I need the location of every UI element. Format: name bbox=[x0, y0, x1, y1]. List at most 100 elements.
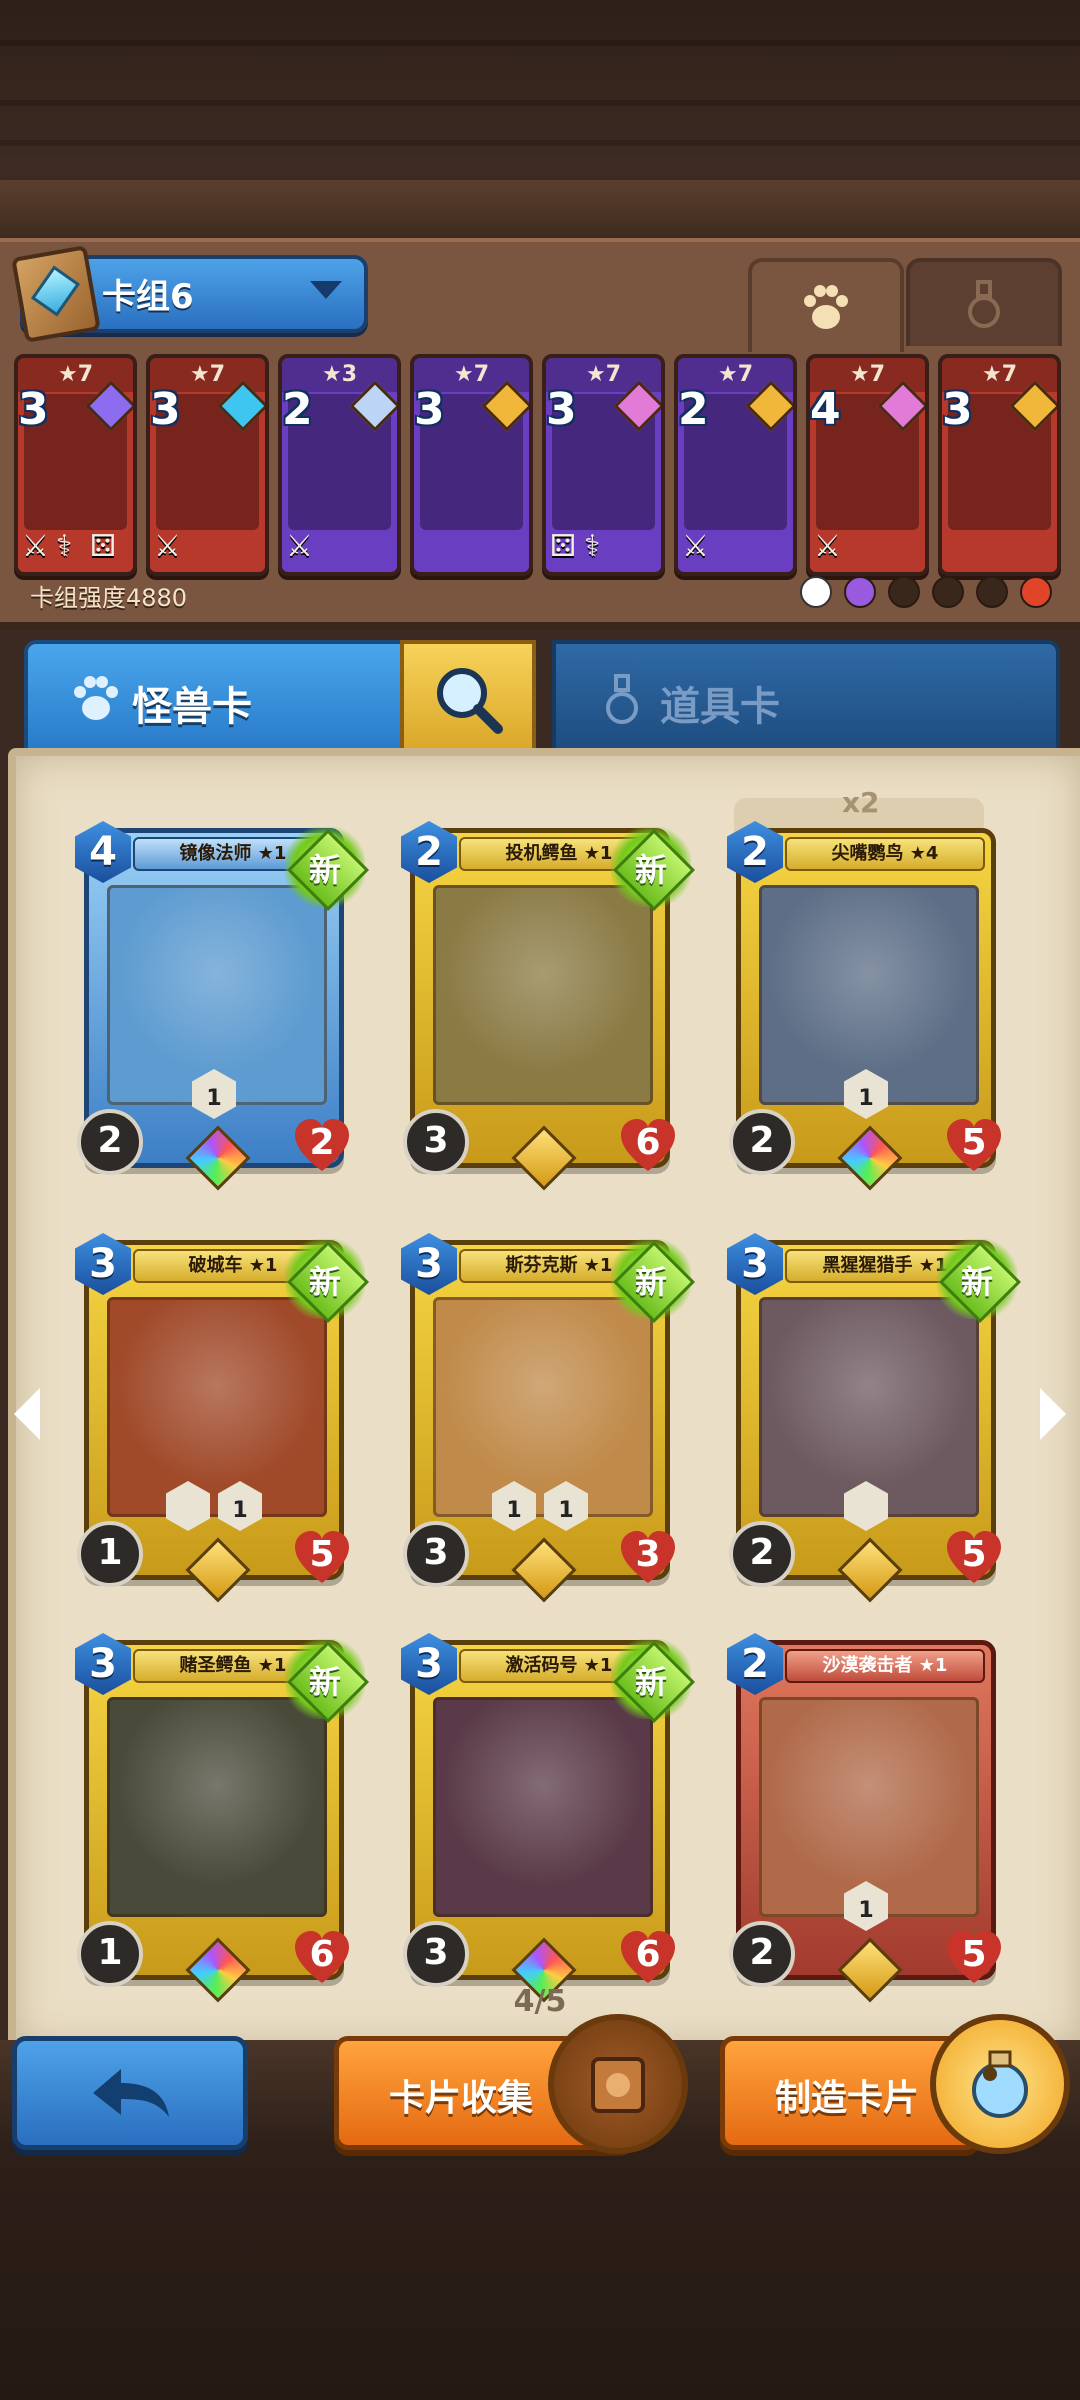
card-attack: 2 bbox=[729, 1521, 795, 1587]
potion-icon bbox=[968, 280, 1000, 328]
deck-card-cost: 2 bbox=[282, 384, 313, 435]
sword-icon: ⚔ bbox=[814, 529, 841, 564]
tab-item-label: 道具卡 bbox=[660, 684, 780, 730]
deck-card-2[interactable]: ★7 3 ⚔ bbox=[146, 354, 269, 576]
deck-card-3[interactable]: ★3 2 ⚔ bbox=[278, 354, 401, 576]
dice-icon: ⚄ bbox=[550, 529, 577, 564]
collection-card[interactable]: 尖嘴鹦鸟 ★4 2 2 5 1 bbox=[727, 821, 996, 1191]
search-icon bbox=[437, 668, 503, 734]
new-badge: 新 bbox=[611, 1239, 696, 1324]
new-badge: 新 bbox=[611, 827, 696, 912]
new-badge: 新 bbox=[937, 1239, 1022, 1324]
deck-card-6[interactable]: ★7 2 ⚔ bbox=[674, 354, 797, 576]
new-badge: 新 bbox=[285, 1639, 370, 1724]
card-name: 尖嘴鹦鸟 ★4 bbox=[785, 837, 985, 871]
collection-card[interactable]: 赌圣鳄鱼 ★1 3 1 6 新 bbox=[75, 1633, 370, 2003]
deck-selector-dropdown[interactable]: 卡组6 bbox=[11, 245, 368, 343]
new-badge-label: 新 bbox=[308, 1263, 341, 1301]
tab-monster-label: 怪兽卡 bbox=[132, 684, 252, 730]
deck-strength-label: 卡组强度4880 bbox=[30, 584, 188, 612]
card-art bbox=[433, 885, 653, 1105]
new-badge: 新 bbox=[285, 1239, 370, 1324]
tab-monster-deck[interactable] bbox=[748, 258, 904, 352]
card-art bbox=[433, 1697, 653, 1917]
sword-icon: ⚔ bbox=[286, 529, 313, 564]
paw-icon bbox=[74, 676, 118, 720]
filter-all-icon[interactable] bbox=[800, 576, 832, 608]
top-wood-band bbox=[0, 180, 1080, 240]
paw-icon bbox=[804, 285, 848, 329]
deck-card-cost: 4 bbox=[810, 384, 841, 435]
card-attack: 3 bbox=[403, 1921, 469, 1987]
collection-card[interactable]: 沙漠袭击者 ★1 2 2 5 1 bbox=[727, 1633, 996, 2003]
collection-card[interactable]: 镜像法师 ★1 4 2 2 新 1 bbox=[75, 821, 370, 1191]
card-attack: 3 bbox=[403, 1521, 469, 1587]
back-arrow-icon bbox=[93, 2069, 169, 2117]
deck-card-4[interactable]: ★7 3 bbox=[410, 354, 533, 576]
craft-card-badge bbox=[930, 2014, 1070, 2154]
search-button[interactable] bbox=[400, 640, 536, 758]
filter-bird-icon[interactable] bbox=[976, 576, 1008, 608]
back-button[interactable] bbox=[12, 2036, 248, 2150]
collection-card[interactable]: 黑猩猩猎手 ★1 3 2 5 新 bbox=[727, 1233, 1022, 1603]
filter-tooth-icon[interactable] bbox=[932, 576, 964, 608]
new-badge: 新 bbox=[611, 1639, 696, 1724]
card-art bbox=[107, 1297, 327, 1517]
deck-card-cost: 3 bbox=[414, 384, 445, 435]
potion-icon bbox=[606, 674, 638, 724]
card-art bbox=[433, 1297, 653, 1517]
collection-card[interactable]: 破城车 ★1 3 1 5 新 1 bbox=[75, 1233, 370, 1603]
collection-card[interactable]: 斯芬克斯 ★1 3 3 3 新 1 1 bbox=[401, 1233, 696, 1603]
deck-card-cost: 2 bbox=[678, 384, 709, 435]
potion-jar-icon bbox=[972, 2050, 1028, 2118]
deck-card-cost: 3 bbox=[150, 384, 181, 435]
tab-item-deck[interactable] bbox=[906, 258, 1062, 346]
sword-icon: ⚔ bbox=[154, 529, 181, 564]
craft-card-label: 制造卡片 bbox=[775, 2078, 920, 2119]
card-attack: 2 bbox=[729, 1109, 795, 1175]
card-attack: 1 bbox=[77, 1521, 143, 1587]
new-badge-label: 新 bbox=[634, 1263, 667, 1301]
sword-icon: ⚔ bbox=[682, 529, 709, 564]
new-badge-label: 新 bbox=[634, 851, 667, 889]
page-next-arrow[interactable] bbox=[1040, 1388, 1066, 1440]
card-type-filter-row bbox=[800, 576, 1052, 608]
tab-monster-cards[interactable]: 怪兽卡 bbox=[24, 640, 412, 758]
deck-card-1[interactable]: ★7 3 ⚔ ⚕ ⚄ bbox=[14, 354, 137, 576]
sword-icon: ⚔ bbox=[22, 529, 49, 564]
card-attack: 1 bbox=[77, 1921, 143, 1987]
deck-title: 卡组6 bbox=[102, 277, 194, 317]
filter-fire-icon[interactable] bbox=[1020, 576, 1052, 608]
page-indicator: 4/5 bbox=[513, 1984, 567, 2019]
new-badge-label: 新 bbox=[960, 1263, 993, 1301]
dice-icon: ⚄ bbox=[90, 529, 117, 564]
collection-card[interactable]: 投机鳄鱼 ★1 2 3 6 新 bbox=[401, 821, 696, 1191]
page-prev-arrow[interactable] bbox=[14, 1388, 40, 1440]
card-book-icon bbox=[591, 2057, 645, 2113]
card-collection-badge bbox=[548, 2014, 688, 2154]
new-badge: 新 bbox=[285, 827, 370, 912]
tab-item-cards[interactable]: 道具卡 bbox=[552, 640, 1060, 758]
new-badge-label: 新 bbox=[308, 1663, 341, 1701]
card-attack: 3 bbox=[403, 1109, 469, 1175]
staff-icon: ⚕ bbox=[56, 529, 73, 564]
deck-book-icon bbox=[11, 245, 101, 343]
new-badge-label: 新 bbox=[634, 1663, 667, 1701]
deck-card-cost: 3 bbox=[18, 384, 49, 435]
deck-card-7[interactable]: ★7 4 ⚔ bbox=[806, 354, 929, 576]
card-name: 沙漠袭击者 ★1 bbox=[785, 1649, 985, 1683]
card-collection-label: 卡片收集 bbox=[389, 2078, 534, 2119]
deck-card-5[interactable]: ★7 3 ⚄ ⚕ bbox=[542, 354, 665, 576]
card-attack: 2 bbox=[729, 1921, 795, 1987]
deck-card-cost: 3 bbox=[546, 384, 577, 435]
card-art bbox=[107, 1697, 327, 1917]
new-badge-label: 新 bbox=[308, 851, 341, 889]
filter-magic-icon[interactable] bbox=[844, 576, 876, 608]
card-attack: 2 bbox=[77, 1109, 143, 1175]
chevron-down-icon bbox=[310, 281, 342, 299]
filter-claw-icon[interactable] bbox=[888, 576, 920, 608]
card-stack-count: x2 bbox=[842, 786, 880, 819]
deck-card-8[interactable]: ★7 3 bbox=[938, 354, 1061, 576]
staff-icon: ⚕ bbox=[584, 529, 601, 564]
collection-card[interactable]: 激活码号 ★1 3 3 6 新 bbox=[401, 1633, 696, 2003]
